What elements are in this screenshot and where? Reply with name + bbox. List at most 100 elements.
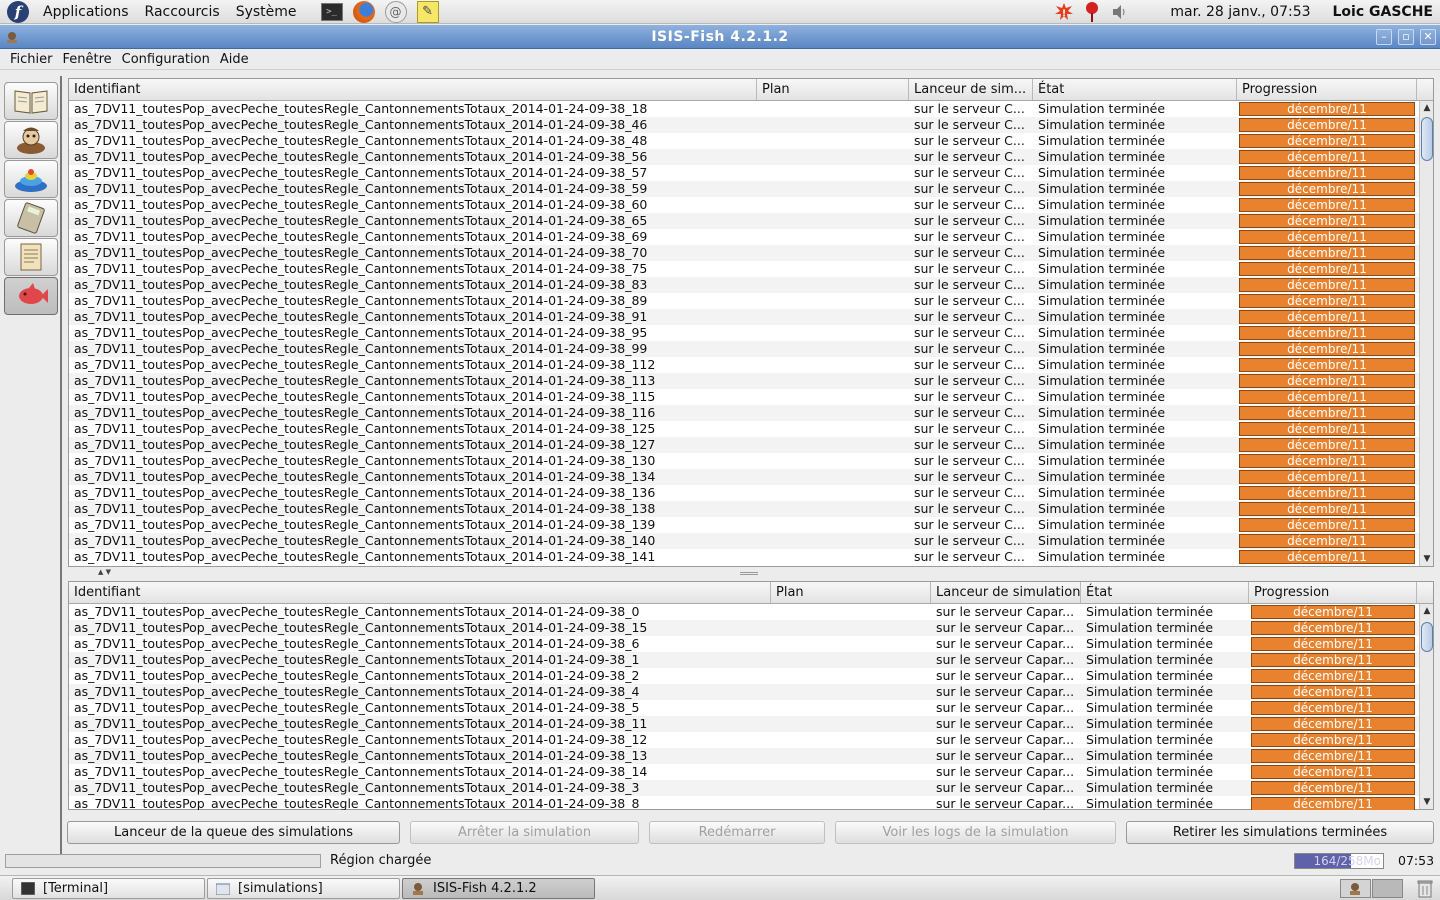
- table-row[interactable]: as_7DV11_toutesPop_avecPeche_toutesRegle…: [69, 309, 1433, 325]
- terminal-icon[interactable]: >_: [320, 2, 343, 21]
- table-row[interactable]: as_7DV11_toutesPop_avecPeche_toutesRegle…: [69, 261, 1433, 277]
- column-header-lanceur[interactable]: Lanceur de sim...: [909, 79, 1033, 100]
- view-logs-button[interactable]: Voir les logs de la simulation: [835, 821, 1116, 844]
- minimize-button[interactable]: –: [1376, 29, 1392, 45]
- toolbar-sensitivity-button[interactable]: [4, 199, 58, 237]
- table-row[interactable]: as_7DV11_toutesPop_avecPeche_toutesRegle…: [69, 357, 1433, 373]
- table-row[interactable]: as_7DV11_toutesPop_avecPeche_toutesRegle…: [69, 668, 1433, 684]
- column-header-plan[interactable]: Plan: [771, 582, 931, 603]
- queue-launcher-button[interactable]: Lanceur de la queue des simulations: [67, 821, 400, 844]
- table-row[interactable]: as_7DV11_toutesPop_avecPeche_toutesRegle…: [69, 748, 1433, 764]
- user-name[interactable]: Loic GASCHE: [1333, 4, 1433, 20]
- table-row[interactable]: as_7DV11_toutesPop_avecPeche_toutesRegle…: [69, 117, 1433, 133]
- table-row[interactable]: as_7DV11_toutesPop_avecPeche_toutesRegle…: [69, 341, 1433, 357]
- memory-usage-bar[interactable]: 164/258Mo: [1294, 853, 1384, 869]
- update-alert-icon[interactable]: !: [1053, 1, 1075, 23]
- scroll-up-icon[interactable]: ▲: [1420, 606, 1434, 616]
- menu-configuration[interactable]: Configuration: [116, 52, 214, 67]
- toolbar-simulation-button[interactable]: [4, 160, 58, 198]
- mail-icon[interactable]: @: [384, 0, 407, 23]
- stop-simulation-button[interactable]: Arrêter la simulation: [410, 821, 639, 844]
- fedora-logo-icon[interactable]: f: [7, 0, 29, 23]
- splitter-arrows-icon[interactable]: ▲ ▼: [98, 568, 111, 576]
- vertical-scrollbar[interactable]: ▲ ▼: [1419, 604, 1433, 809]
- table-row[interactable]: as_7DV11_toutesPop_avecPeche_toutesRegle…: [69, 421, 1433, 437]
- table-row[interactable]: as_7DV11_toutesPop_avecPeche_toutesRegle…: [69, 549, 1433, 565]
- notification-icon[interactable]: [1081, 1, 1103, 23]
- table-row[interactable]: as_7DV11_toutesPop_avecPeche_toutesRegle…: [69, 277, 1433, 293]
- table-row[interactable]: as_7DV11_toutesPop_avecPeche_toutesRegle…: [69, 405, 1433, 421]
- table-row[interactable]: as_7DV11_toutesPop_avecPeche_toutesRegle…: [69, 764, 1433, 780]
- remove-finished-button[interactable]: Retirer les simulations terminées: [1126, 821, 1434, 844]
- column-header-progression[interactable]: Progression: [1237, 79, 1417, 100]
- table-row[interactable]: as_7DV11_toutesPop_avecPeche_toutesRegle…: [69, 437, 1433, 453]
- column-header-etat[interactable]: État: [1081, 582, 1249, 603]
- table-row[interactable]: as_7DV11_toutesPop_avecPeche_toutesRegle…: [69, 229, 1433, 245]
- firefox-icon[interactable]: [352, 0, 375, 23]
- column-header-identifiant[interactable]: Identifiant: [69, 582, 771, 603]
- column-header-identifiant[interactable]: Identifiant: [69, 79, 757, 100]
- applications-menu[interactable]: Applications: [35, 4, 137, 20]
- split-pane-divider[interactable]: ▲ ▼: [68, 568, 1434, 580]
- trash-icon[interactable]: [1416, 879, 1434, 898]
- table-row[interactable]: as_7DV11_toutesPop_avecPeche_toutesRegle…: [69, 533, 1433, 549]
- vertical-scrollbar[interactable]: ▲ ▼: [1419, 101, 1433, 566]
- taskbar-item-simulations[interactable]: [simulations]: [207, 878, 400, 899]
- scroll-down-icon[interactable]: ▼: [1420, 797, 1434, 807]
- table-row[interactable]: as_7DV11_toutesPop_avecPeche_toutesRegle…: [69, 732, 1433, 748]
- restart-button[interactable]: Redémarrer: [649, 821, 825, 844]
- workspace-2[interactable]: [1372, 879, 1403, 898]
- table-row[interactable]: as_7DV11_toutesPop_avecPeche_toutesRegle…: [69, 149, 1433, 165]
- table-row[interactable]: as_7DV11_toutesPop_avecPeche_toutesRegle…: [69, 780, 1433, 796]
- scroll-thumb[interactable]: [1421, 117, 1433, 161]
- column-header-lanceur[interactable]: Lanceur de simulation: [931, 582, 1081, 603]
- scroll-down-icon[interactable]: ▼: [1420, 554, 1434, 564]
- scroll-thumb[interactable]: [1421, 622, 1433, 652]
- table-row[interactable]: as_7DV11_toutesPop_avecPeche_toutesRegle…: [69, 101, 1433, 117]
- scroll-up-icon[interactable]: ▲: [1420, 103, 1434, 113]
- table-row[interactable]: as_7DV11_toutesPop_avecPeche_toutesRegle…: [69, 636, 1433, 652]
- taskbar-item-terminal[interactable]: [Terminal]: [12, 878, 205, 899]
- table-row[interactable]: as_7DV11_toutesPop_avecPeche_toutesRegle…: [69, 133, 1433, 149]
- table-row[interactable]: as_7DV11_toutesPop_avecPeche_toutesRegle…: [69, 604, 1433, 620]
- table-row[interactable]: as_7DV11_toutesPop_avecPeche_toutesRegle…: [69, 684, 1433, 700]
- table-row[interactable]: as_7DV11_toutesPop_avecPeche_toutesRegle…: [69, 716, 1433, 732]
- table-row[interactable]: as_7DV11_toutesPop_avecPeche_toutesRegle…: [69, 620, 1433, 636]
- system-menu[interactable]: Système: [228, 4, 305, 20]
- table-row[interactable]: as_7DV11_toutesPop_avecPeche_toutesRegle…: [69, 700, 1433, 716]
- table-row[interactable]: as_7DV11_toutesPop_avecPeche_toutesRegle…: [69, 501, 1433, 517]
- menu-fenetre[interactable]: Fenêtre: [57, 52, 116, 67]
- column-header-progression[interactable]: Progression: [1249, 582, 1417, 603]
- table-row[interactable]: as_7DV11_toutesPop_avecPeche_toutesRegle…: [69, 245, 1433, 261]
- window-titlebar[interactable]: ISIS-Fish 4.2.1.2 – ▫ ✕: [0, 25, 1440, 49]
- table-row[interactable]: as_7DV11_toutesPop_avecPeche_toutesRegle…: [69, 389, 1433, 405]
- toolbar-queue-button[interactable]: [4, 277, 58, 315]
- table-row[interactable]: as_7DV11_toutesPop_avecPeche_toutesRegle…: [69, 453, 1433, 469]
- table-row[interactable]: as_7DV11_toutesPop_avecPeche_toutesRegle…: [69, 181, 1433, 197]
- menu-aide[interactable]: Aide: [214, 52, 253, 67]
- workspace-1[interactable]: [1340, 879, 1371, 898]
- table-row[interactable]: as_7DV11_toutesPop_avecPeche_toutesRegle…: [69, 469, 1433, 485]
- shortcuts-menu[interactable]: Raccourcis: [137, 4, 228, 20]
- splitter-grip[interactable]: [740, 572, 758, 575]
- table-row[interactable]: as_7DV11_toutesPop_avecPeche_toutesRegle…: [69, 796, 1433, 810]
- table-row[interactable]: as_7DV11_toutesPop_avecPeche_toutesRegle…: [69, 325, 1433, 341]
- close-button[interactable]: ✕: [1420, 29, 1436, 45]
- table-row[interactable]: as_7DV11_toutesPop_avecPeche_toutesRegle…: [69, 197, 1433, 213]
- menu-fichier[interactable]: Fichier: [0, 52, 57, 67]
- panel-clock[interactable]: mar. 28 janv., 07:53: [1170, 4, 1310, 20]
- table-row[interactable]: as_7DV11_toutesPop_avecPeche_toutesRegle…: [69, 165, 1433, 181]
- table-row[interactable]: as_7DV11_toutesPop_avecPeche_toutesRegle…: [69, 373, 1433, 389]
- toolbar-fishery-button[interactable]: [4, 121, 58, 159]
- notes-icon[interactable]: ✎: [416, 0, 439, 23]
- table-row[interactable]: as_7DV11_toutesPop_avecPeche_toutesRegle…: [69, 485, 1433, 501]
- maximize-button[interactable]: ▫: [1398, 29, 1414, 45]
- column-header-plan[interactable]: Plan: [757, 79, 909, 100]
- column-header-etat[interactable]: État: [1033, 79, 1237, 100]
- toolbar-database-button[interactable]: [4, 82, 58, 120]
- taskbar-item-isis-fish[interactable]: ISIS-Fish 4.2.1.2: [402, 878, 595, 899]
- volume-icon[interactable]: [1109, 1, 1131, 23]
- table-row[interactable]: as_7DV11_toutesPop_avecPeche_toutesRegle…: [69, 652, 1433, 668]
- table-row[interactable]: as_7DV11_toutesPop_avecPeche_toutesRegle…: [69, 293, 1433, 309]
- toolbar-results-button[interactable]: [4, 238, 58, 276]
